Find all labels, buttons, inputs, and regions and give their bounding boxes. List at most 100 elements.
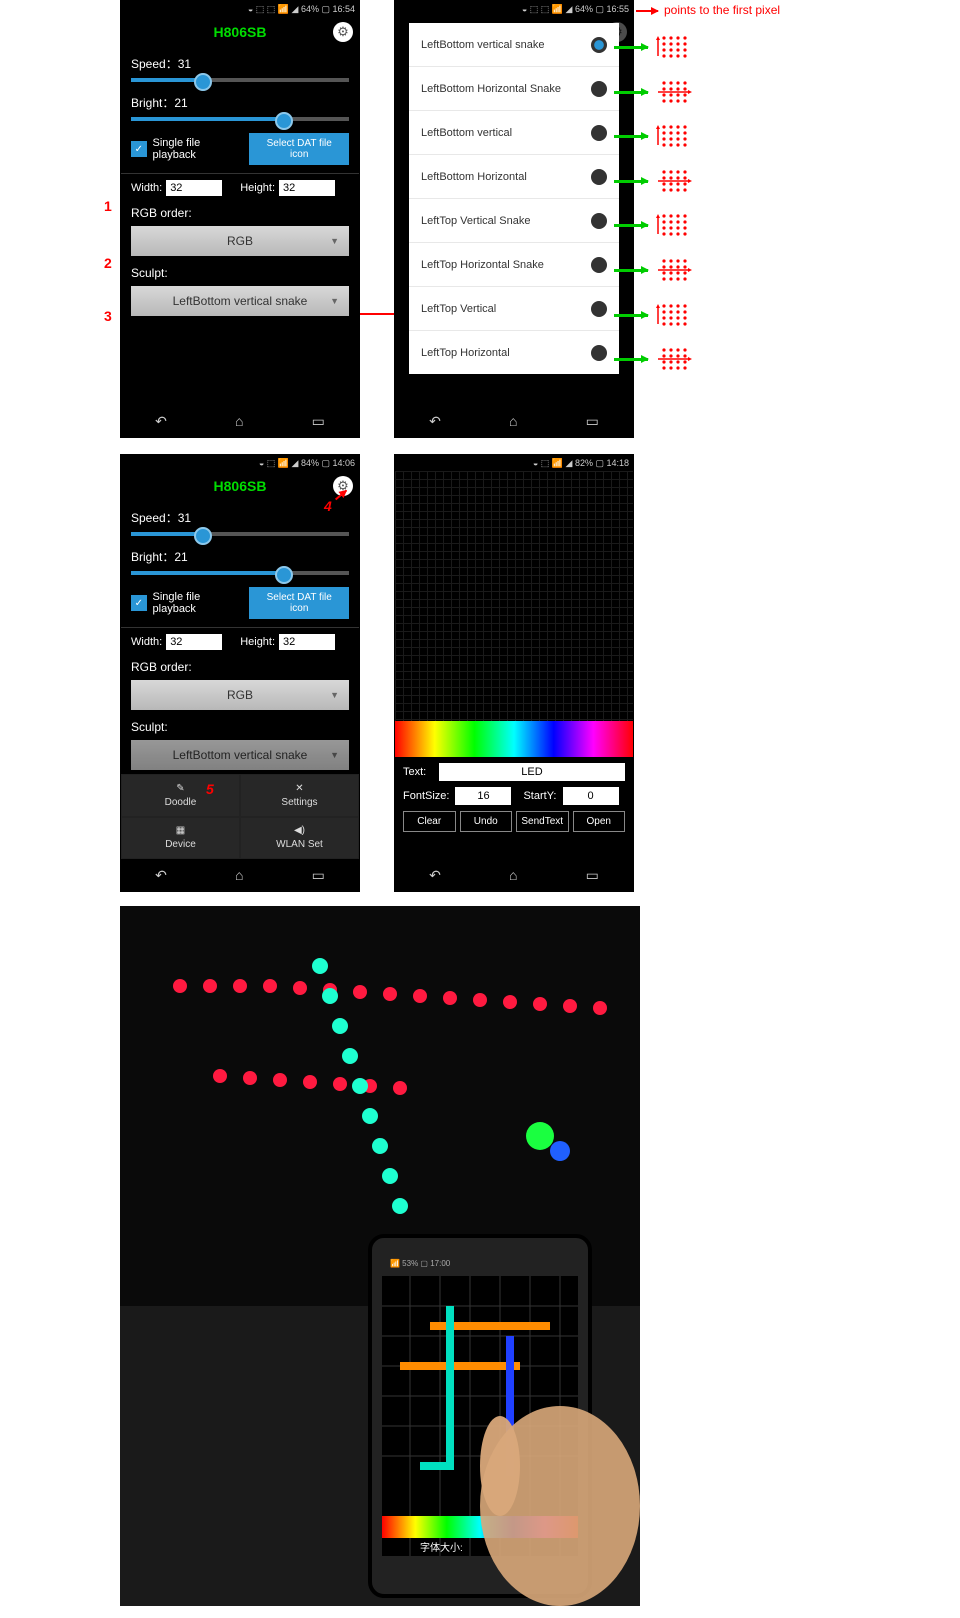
speaker-icon: ◀) [294, 825, 305, 836]
arrow-option-5 [614, 269, 648, 272]
rgb-order-label: RGB order: [131, 206, 349, 220]
sculpt-label: Sculpt: [131, 266, 349, 280]
sculpt-dropdown[interactable]: LeftBottom vertical snake▼ [131, 740, 349, 770]
status-icons: ◒ ⬚ 📶 ◢ [533, 458, 573, 468]
grid-icon: ▦ [176, 825, 185, 836]
undo-button[interactable]: Undo [460, 811, 513, 832]
rgb-dropdown[interactable]: RGB▼ [131, 226, 349, 256]
bright-slider[interactable] [131, 117, 349, 121]
radio-icon[interactable] [591, 81, 607, 97]
color-spectrum[interactable] [395, 721, 633, 757]
title-bar: H806SB ⚙ [121, 471, 359, 501]
sendtext-button[interactable]: SendText [516, 811, 569, 832]
width-input[interactable] [166, 634, 222, 650]
recent-icon[interactable]: ▭ [312, 867, 325, 884]
text-input[interactable] [439, 763, 625, 781]
radio-icon[interactable] [591, 37, 607, 53]
width-label: Width: [131, 182, 162, 194]
bright-slider[interactable] [131, 571, 349, 575]
speed-slider[interactable] [131, 78, 349, 82]
speed-slider[interactable] [131, 532, 349, 536]
status-icons: ◒ ⬚ ⬚ 📶 ◢ [248, 4, 299, 14]
nav-bar: ↶ ⌂ ▭ [121, 405, 359, 437]
recent-icon[interactable]: ▭ [312, 413, 325, 430]
width-input[interactable] [166, 180, 222, 196]
sculpt-dropdown[interactable]: LeftBottom vertical snake▼ [131, 286, 349, 316]
menu-doodle[interactable]: ✎Doodle [121, 774, 240, 817]
arrow-option-0 [614, 46, 648, 49]
home-icon[interactable]: ⌂ [235, 867, 243, 883]
back-icon[interactable]: ↶ [155, 413, 167, 430]
menu-settings[interactable]: ✕Settings [240, 774, 359, 817]
status-text: 64% ▢ 16:54 [301, 4, 355, 14]
annotation-5: 5 [206, 781, 214, 797]
sculpt-option[interactable]: LeftTop Horizontal Snake [409, 243, 619, 287]
menu-wlan[interactable]: ◀)WLAN Set [240, 817, 359, 860]
screenshot-main: ◒ ⬚ ⬚ 📶 ◢ 64% ▢ 16:54 H806SB ⚙ Speed：31 … [120, 0, 360, 438]
home-icon[interactable]: ⌂ [509, 413, 517, 429]
back-icon[interactable]: ↶ [429, 413, 441, 430]
height-input[interactable] [279, 634, 335, 650]
controls-section: Speed：31 Bright：21 ✓ Single file playbac… [121, 501, 359, 627]
radio-icon[interactable] [591, 125, 607, 141]
back-icon[interactable]: ↶ [429, 867, 441, 884]
nav-bar: ↶ ⌂ ▭ [121, 859, 359, 891]
radio-icon[interactable] [591, 345, 607, 361]
single-file-checkbox[interactable]: ✓ [131, 141, 147, 157]
radio-icon[interactable] [591, 169, 607, 185]
nav-bar: ↶ ⌂ ▭ [395, 405, 633, 437]
gear-icon[interactable]: ⚙ [333, 22, 353, 42]
select-dat-button[interactable]: Select DAT file icon [249, 133, 349, 165]
back-icon[interactable]: ↶ [155, 867, 167, 884]
starty-label: StartY: [523, 790, 556, 802]
sculpt-option[interactable]: LeftBottom vertical snake [409, 23, 619, 67]
single-file-checkbox[interactable]: ✓ [131, 595, 147, 611]
status-bar: ◒ ⬚ 📶 ◢ 82% ▢ 14:18 [395, 455, 633, 471]
recent-icon[interactable]: ▭ [586, 413, 599, 430]
controls-section: Speed：31 Bright：21 ✓ Single file playbac… [121, 47, 359, 173]
annotation-3: 3 [104, 308, 112, 324]
config-section: Width: Height: RGB order: RGB▼ Sculpt: L… [121, 174, 359, 324]
width-label: Width: [131, 636, 162, 648]
bright-label: Bright：21 [131, 94, 349, 111]
radio-icon[interactable] [591, 213, 607, 229]
speed-label: Speed：31 [131, 509, 349, 526]
pattern-icon-6 [656, 302, 692, 328]
app-title: H806SB [214, 478, 267, 494]
menu-device[interactable]: ▦Device [121, 817, 240, 860]
radio-icon[interactable] [591, 301, 607, 317]
svg-text:字体大小:: 字体大小: [420, 1541, 463, 1554]
height-label: Height: [240, 636, 275, 648]
single-file-label: Single file playback [153, 137, 244, 161]
rgb-dropdown[interactable]: RGB▼ [131, 680, 349, 710]
clear-button[interactable]: Clear [403, 811, 456, 832]
demo-photo: 字体大小: 📶 53% ▢ 17:00 [120, 906, 640, 1606]
arrow-option-2 [614, 135, 648, 138]
sculpt-option[interactable]: LeftTop Horizontal [409, 331, 619, 374]
home-icon[interactable]: ⌂ [509, 867, 517, 883]
doodle-canvas[interactable] [395, 471, 633, 721]
open-button[interactable]: Open [573, 811, 626, 832]
status-text: 84% ▢ 14:06 [301, 458, 355, 468]
height-input[interactable] [279, 180, 335, 196]
recent-icon[interactable]: ▭ [586, 867, 599, 884]
sculpt-option[interactable]: LeftBottom Horizontal [409, 155, 619, 199]
options-menu: ✎Doodle ✕Settings ▦Device ◀)WLAN Set [121, 774, 359, 859]
annotation-1: 1 [104, 198, 112, 214]
pattern-icon-2 [656, 123, 692, 149]
pencil-icon: ✎ [176, 783, 184, 794]
home-icon[interactable]: ⌂ [235, 413, 243, 429]
rgb-dropdown-value: RGB [227, 234, 253, 248]
select-dat-button[interactable]: Select DAT file icon [249, 587, 349, 619]
screenshot-menu: ◒ ⬚ 📶 ◢ 84% ▢ 14:06 H806SB ⚙ Speed：31 Br… [120, 454, 360, 892]
arrow-option-3 [614, 180, 648, 183]
radio-icon[interactable] [591, 257, 607, 273]
pattern-icon-3 [656, 168, 692, 194]
sculpt-option[interactable]: LeftBottom vertical [409, 111, 619, 155]
fontsize-input[interactable] [455, 787, 511, 805]
status-icons: ◒ ⬚ ⬚ 📶 ◢ [522, 4, 573, 14]
sculpt-option[interactable]: LeftTop Vertical Snake [409, 199, 619, 243]
sculpt-option[interactable]: LeftTop Vertical [409, 287, 619, 331]
starty-input[interactable] [563, 787, 619, 805]
sculpt-option[interactable]: LeftBottom Horizontal Snake [409, 67, 619, 111]
